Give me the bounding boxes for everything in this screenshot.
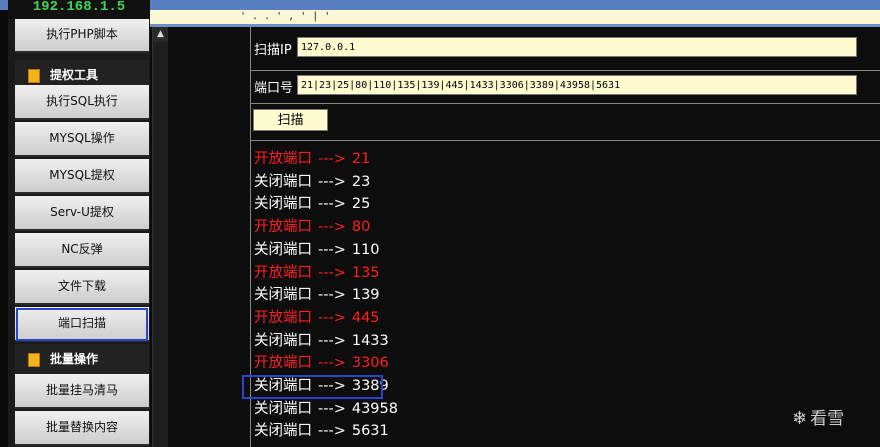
result-arrow: ---> — [318, 173, 346, 190]
result-port: 80 — [351, 219, 371, 236]
result-line: 关闭端口 ---> 1433 — [254, 329, 389, 352]
sidebar-item[interactable]: 批量替换内容 — [15, 411, 149, 446]
result-arrow: ---> — [318, 400, 346, 417]
result-arrow: ---> — [318, 309, 346, 326]
result-status: 关闭端口 — [254, 173, 312, 190]
result-status: 关闭端口 — [254, 287, 312, 304]
result-line: 开放端口 ---> 21 — [254, 147, 370, 170]
result-line: 开放端口 ---> 135 — [254, 261, 380, 284]
sidebar-item[interactable]: 批量挂马清马 — [15, 374, 149, 409]
cutoff-text: ' . . ' , ' | ' — [240, 11, 331, 22]
sidebar-item[interactable]: NC反弹 — [15, 233, 149, 268]
sidebar-section-header[interactable]: 批量操作 — [15, 344, 149, 374]
scroll-up-arrow-icon[interactable]: ▲ — [153, 27, 168, 42]
result-port: 110 — [351, 241, 380, 258]
sidebar-item[interactable]: 执行PHP脚本 — [15, 19, 149, 53]
watermark: ❄ 看雪 — [792, 404, 844, 429]
sidebar-item[interactable]: 执行SQL执行 — [15, 85, 149, 120]
result-port: 25 — [351, 196, 371, 213]
divider — [250, 140, 880, 141]
host-ip-label: 192.168.1.5 — [8, 0, 150, 19]
divider — [250, 103, 880, 104]
sidebar-item[interactable]: 端口扫描 — [15, 307, 149, 342]
sidebar-item[interactable]: Serv-U提权 — [15, 196, 149, 231]
watermark-text: 看雪 — [810, 409, 845, 429]
result-line: 关闭端口 ---> 25 — [254, 192, 370, 215]
result-port: 139 — [351, 287, 380, 304]
result-port: 21 — [351, 151, 371, 167]
folder-arrow-icon — [28, 353, 40, 367]
result-arrow: ---> — [318, 219, 346, 236]
result-line: 开放端口 ---> 3306 — [254, 351, 389, 374]
result-arrow: ---> — [318, 196, 346, 213]
sidebar-section-label: 批量操作 — [50, 352, 99, 366]
result-port: 5631 — [351, 423, 389, 440]
result-line: 关闭端口 ---> 5631 — [254, 419, 389, 442]
result-status: 开放端口 — [254, 264, 312, 281]
result-line: 关闭端口 ---> 23 — [254, 170, 370, 193]
port-input[interactable]: 21|23|25|80|110|135|139|445|1433|3306|33… — [297, 75, 857, 95]
divider — [250, 70, 880, 71]
scan-button[interactable]: 扫描 — [253, 109, 328, 131]
result-status: 开放端口 — [254, 219, 312, 236]
snowflake-icon: ❄ — [792, 408, 808, 429]
result-status: 开放端口 — [254, 355, 312, 372]
result-port: 3306 — [351, 355, 389, 372]
result-arrow: ---> — [318, 241, 346, 258]
result-line: 关闭端口 ---> 139 — [254, 283, 380, 306]
result-port: 445 — [351, 309, 380, 326]
result-line: 开放端口 ---> 445 — [254, 306, 380, 329]
address-strip: ' . . ' , ' | ' — [150, 10, 880, 27]
result-port: 1433 — [351, 332, 389, 349]
port-label: 端口号 — [254, 81, 294, 96]
result-status: 关闭端口 — [254, 241, 312, 258]
ip-input[interactable]: 127.0.0.1 — [297, 37, 857, 57]
result-line: 关闭端口 ---> 110 — [254, 238, 380, 261]
result-arrow: ---> — [318, 355, 346, 372]
result-status: 关闭端口 — [254, 196, 312, 213]
sidebar-item[interactable]: MYSQL提权 — [15, 159, 149, 194]
result-status: 开放端口 — [254, 151, 312, 167]
result-status: 关闭端口 — [254, 332, 312, 349]
result-highlight-box — [242, 375, 383, 399]
result-line: 开放端口 ---> 80 — [254, 215, 370, 238]
result-port: 23 — [351, 173, 371, 190]
folder-arrow-icon — [28, 69, 40, 83]
ip-label: 扫描IP — [254, 43, 292, 58]
sidebar-scrollbar[interactable]: ▲ — [152, 27, 168, 447]
sidebar-item[interactable]: MYSQL操作 — [15, 122, 149, 157]
result-line: 关闭端口 ---> 43958 — [254, 397, 398, 420]
result-arrow: ---> — [318, 151, 346, 167]
result-arrow: ---> — [318, 264, 346, 281]
result-status: 关闭端口 — [254, 423, 312, 440]
result-status: 开放端口 — [254, 309, 312, 326]
result-port: 43958 — [351, 400, 398, 417]
result-arrow: ---> — [318, 423, 346, 440]
result-port: 135 — [351, 264, 380, 281]
result-arrow: ---> — [318, 332, 346, 349]
sidebar-item[interactable]: 文件下载 — [15, 270, 149, 305]
result-arrow: ---> — [318, 287, 346, 304]
result-status: 关闭端口 — [254, 400, 312, 417]
